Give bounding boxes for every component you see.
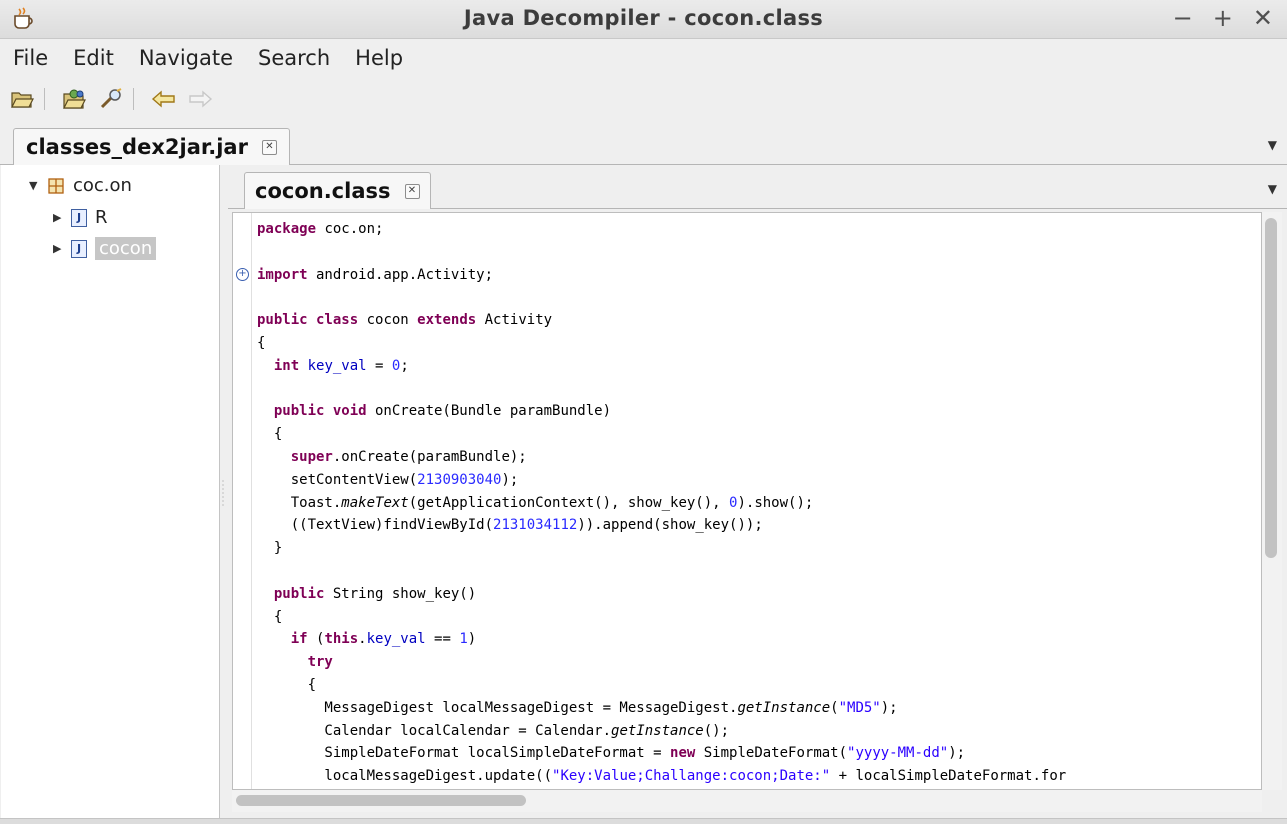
toolbar (0, 80, 1287, 118)
source-code: package coc.on; import android.app.Activ… (257, 221, 1067, 785)
status-strip (0, 818, 1287, 824)
tree-item-cocon[interactable]: ▶ J cocon (53, 237, 157, 260)
package-icon (48, 177, 64, 194)
title-bar: Java Decompiler - cocon.class − + ✕ (0, 0, 1287, 39)
horizontal-scroll-thumb[interactable] (236, 795, 526, 806)
editor-tab-strip: cocon.class ✕ ▼ (228, 168, 1287, 209)
code-editor[interactable]: + package coc.on; import android.app.Act… (232, 212, 1262, 790)
menu-file[interactable]: File (0, 46, 60, 70)
expand-arrow-icon[interactable]: ▼ (29, 179, 47, 192)
collapsed-arrow-icon[interactable]: ▶ (53, 211, 71, 224)
close-icon[interactable]: ✕ (404, 183, 420, 199)
maximize-button[interactable]: + (1213, 4, 1233, 32)
forward-arrow-icon (189, 90, 213, 108)
tree-item-label: R (95, 207, 108, 228)
tab-label: cocon.class (255, 179, 391, 203)
vertical-scroll-thumb[interactable] (1265, 218, 1277, 558)
collapsed-arrow-icon[interactable]: ▶ (53, 242, 71, 255)
vertical-scrollbar[interactable] (1262, 212, 1282, 790)
toolbar-separator (133, 88, 134, 110)
minimize-button[interactable]: − (1173, 4, 1193, 32)
splitter-handle[interactable] (220, 478, 226, 508)
menu-search[interactable]: Search (245, 46, 342, 70)
open-file-button[interactable] (8, 86, 36, 112)
back-button[interactable] (150, 86, 178, 112)
package-tree: ▼ coc.on ▶ J R ▶ J cocon (1, 165, 220, 820)
window-title: Java Decompiler - cocon.class (463, 6, 824, 30)
tree-item-label: cocon (95, 237, 157, 260)
jar-tab-strip: classes_dex2jar.jar ✕ ▼ (0, 122, 1287, 165)
menu-bar: File Edit Navigate Search Help (0, 39, 1287, 77)
close-button[interactable]: ✕ (1253, 4, 1273, 32)
tree-item-package[interactable]: ▼ coc.on (29, 175, 132, 196)
forward-button[interactable] (186, 86, 214, 112)
menu-navigate[interactable]: Navigate (126, 46, 245, 70)
tree-item-r[interactable]: ▶ J R (53, 207, 108, 228)
open-type-button[interactable] (61, 86, 89, 112)
editor-gutter (233, 213, 252, 789)
tab-label: classes_dex2jar.jar (26, 135, 248, 159)
chevron-down-icon[interactable]: ▼ (1268, 182, 1277, 196)
menu-edit[interactable]: Edit (60, 46, 126, 70)
search-button[interactable] (97, 86, 125, 112)
search-icon (100, 88, 122, 109)
back-arrow-icon (151, 90, 175, 108)
open-type-icon (63, 89, 86, 109)
open-file-icon (11, 92, 34, 108)
toolbar-separator (44, 88, 45, 110)
java-class-icon: J (71, 239, 87, 258)
tab-classes-jar[interactable]: classes_dex2jar.jar ✕ (13, 128, 290, 165)
close-icon[interactable]: ✕ (261, 139, 277, 155)
tab-cocon-class[interactable]: cocon.class ✕ (244, 172, 431, 209)
expand-imports-icon[interactable]: + (236, 268, 249, 281)
tree-item-label: coc.on (73, 175, 132, 196)
java-class-icon: J (71, 208, 87, 227)
menu-help[interactable]: Help (342, 46, 415, 70)
horizontal-scrollbar[interactable] (232, 790, 1262, 812)
chevron-down-icon[interactable]: ▼ (1268, 138, 1277, 152)
